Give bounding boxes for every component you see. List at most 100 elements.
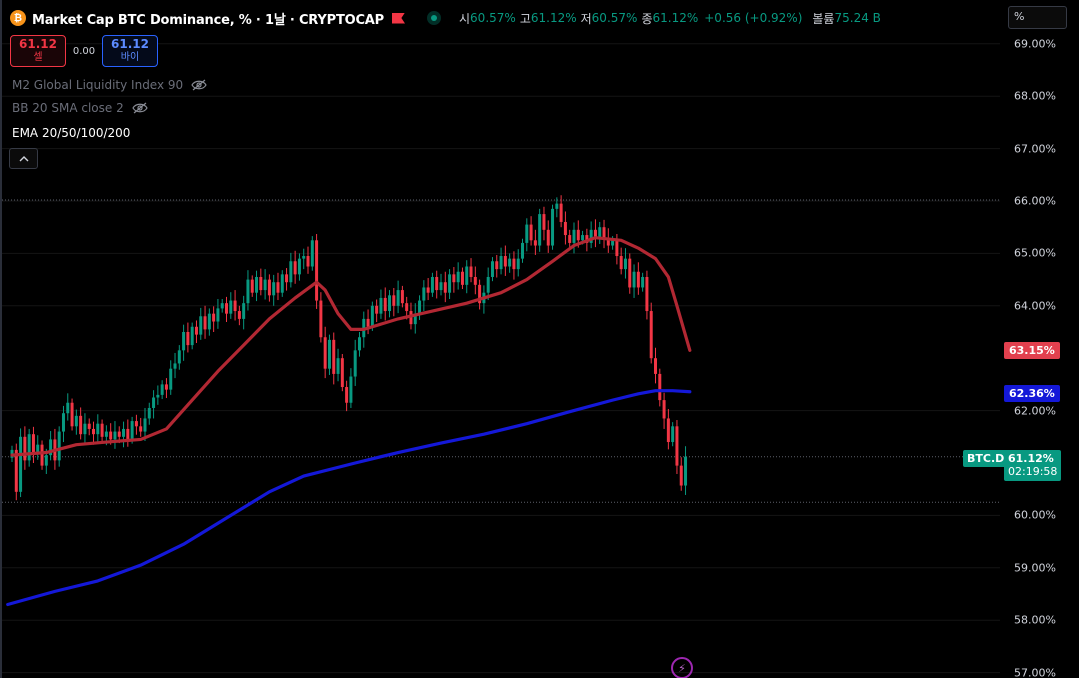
candle-body — [319, 300, 323, 338]
candle-body — [396, 290, 400, 306]
candle-body — [340, 358, 344, 388]
candle-body — [602, 227, 606, 238]
candle-body — [422, 287, 426, 301]
flag-icon[interactable] — [392, 12, 405, 24]
candle-body — [495, 261, 499, 270]
ema-long-line — [6, 389, 692, 607]
candle-body — [96, 423, 100, 435]
candle-body — [315, 240, 319, 301]
buy-button[interactable]: 61.12 바이 — [102, 35, 158, 67]
candle-body — [306, 256, 310, 267]
candle-body — [152, 397, 156, 408]
candle-body — [430, 276, 434, 293]
candle-body — [392, 295, 396, 306]
collapse-legend-button[interactable] — [9, 148, 38, 169]
candle-body — [40, 444, 44, 466]
indicator-m2-liquidity[interactable]: M2 Global Liquidity Index 90 — [12, 78, 207, 92]
eye-hidden-icon[interactable] — [132, 102, 148, 114]
price-axis[interactable]: % 69.00% 68.00% 67.00% 66.00% 65.00% 64.00% 62… — [1000, 0, 1079, 678]
candle-body — [383, 297, 387, 312]
candle-body — [160, 384, 164, 395]
candle-body — [675, 426, 679, 466]
high-value: 61.12% — [530, 11, 577, 25]
candle-body — [66, 402, 70, 414]
sell-button[interactable]: 61.12 셀 — [10, 35, 66, 67]
price-tick-label: 60.00% — [1014, 508, 1056, 522]
candle-body — [555, 203, 559, 209]
market-status-icon[interactable] — [427, 11, 441, 25]
candle-body — [370, 305, 374, 327]
last-price-value: 61.12% — [1008, 452, 1054, 465]
candle-body — [572, 229, 576, 243]
candle-body — [126, 428, 130, 440]
candle-body — [405, 303, 409, 312]
candle-body — [563, 221, 567, 236]
candle-body — [310, 240, 314, 267]
candle-body — [581, 235, 585, 241]
candle-body — [645, 276, 649, 312]
candle-body — [400, 290, 404, 304]
candle-body — [327, 339, 331, 369]
candle-body — [426, 287, 430, 293]
indicator-bb-label: BB 20 SMA close 2 — [12, 101, 124, 115]
indicator-ema[interactable]: EMA 20/50/100/200 — [12, 126, 130, 140]
candle-body — [576, 229, 580, 241]
candle-body — [297, 258, 301, 275]
symbol-title[interactable]: Market Cap BTC Dominance, % · 1날 · CRYPT… — [32, 9, 384, 28]
axis-unit-input[interactable]: % — [1008, 6, 1067, 29]
volume-label: 볼륨 — [812, 11, 835, 26]
candle-body — [508, 258, 512, 267]
candle-body — [285, 274, 289, 283]
ema-blue-price-badge: 62.36% — [1004, 385, 1060, 402]
candle-body — [164, 384, 168, 390]
candle-body — [490, 261, 494, 277]
open-label: 시 — [459, 11, 471, 26]
candle-body — [276, 282, 280, 293]
eye-hidden-icon[interactable] — [191, 79, 207, 91]
candle-body — [83, 423, 87, 435]
candle-body — [499, 256, 503, 270]
candle-body — [658, 373, 662, 401]
low-label: 저 — [580, 11, 592, 26]
open-value: 60.57% — [470, 11, 516, 25]
candle-body — [113, 431, 117, 440]
price-tick-label: 68.00% — [1014, 89, 1056, 103]
candle-body — [246, 279, 250, 304]
candle-body — [529, 224, 533, 241]
candle-body — [255, 276, 259, 293]
candle-body — [628, 258, 632, 288]
candle-body — [460, 271, 464, 285]
candle-body — [302, 256, 306, 259]
candlestick-chart[interactable] — [2, 0, 1002, 678]
price-tick-label: 59.00% — [1014, 561, 1056, 575]
candle-body — [349, 376, 353, 403]
candle-body — [525, 224, 529, 243]
candle-body — [332, 339, 336, 374]
candle-body — [87, 423, 91, 429]
candle-body — [293, 261, 297, 275]
candle-body — [19, 436, 23, 492]
lightning-icon[interactable]: ⚡ — [671, 657, 693, 678]
sell-label: 셀 — [33, 52, 43, 63]
candle-body — [220, 303, 224, 309]
candle-body — [27, 434, 31, 461]
candle-body — [551, 208, 555, 246]
candle-body — [36, 444, 40, 453]
price-tick-label: 58.00% — [1014, 613, 1056, 627]
candle-body — [272, 282, 276, 296]
candle-body — [190, 326, 194, 346]
candle-body — [486, 276, 490, 293]
candle-body — [173, 363, 177, 369]
candle-body — [242, 303, 246, 319]
indicator-bollinger[interactable]: BB 20 SMA close 2 — [12, 101, 148, 115]
candle-body — [233, 300, 237, 312]
buy-label: 바이 — [120, 52, 140, 63]
price-tick-label: 62.00% — [1014, 404, 1056, 418]
candle-body — [435, 276, 439, 291]
candle-body — [469, 266, 473, 277]
candle-body — [465, 266, 469, 285]
chart-area[interactable] — [0, 0, 1002, 678]
close-label: 종 — [641, 11, 653, 26]
candle-body — [143, 418, 147, 432]
change-value: +0.56 (+0.92%) — [704, 11, 803, 25]
